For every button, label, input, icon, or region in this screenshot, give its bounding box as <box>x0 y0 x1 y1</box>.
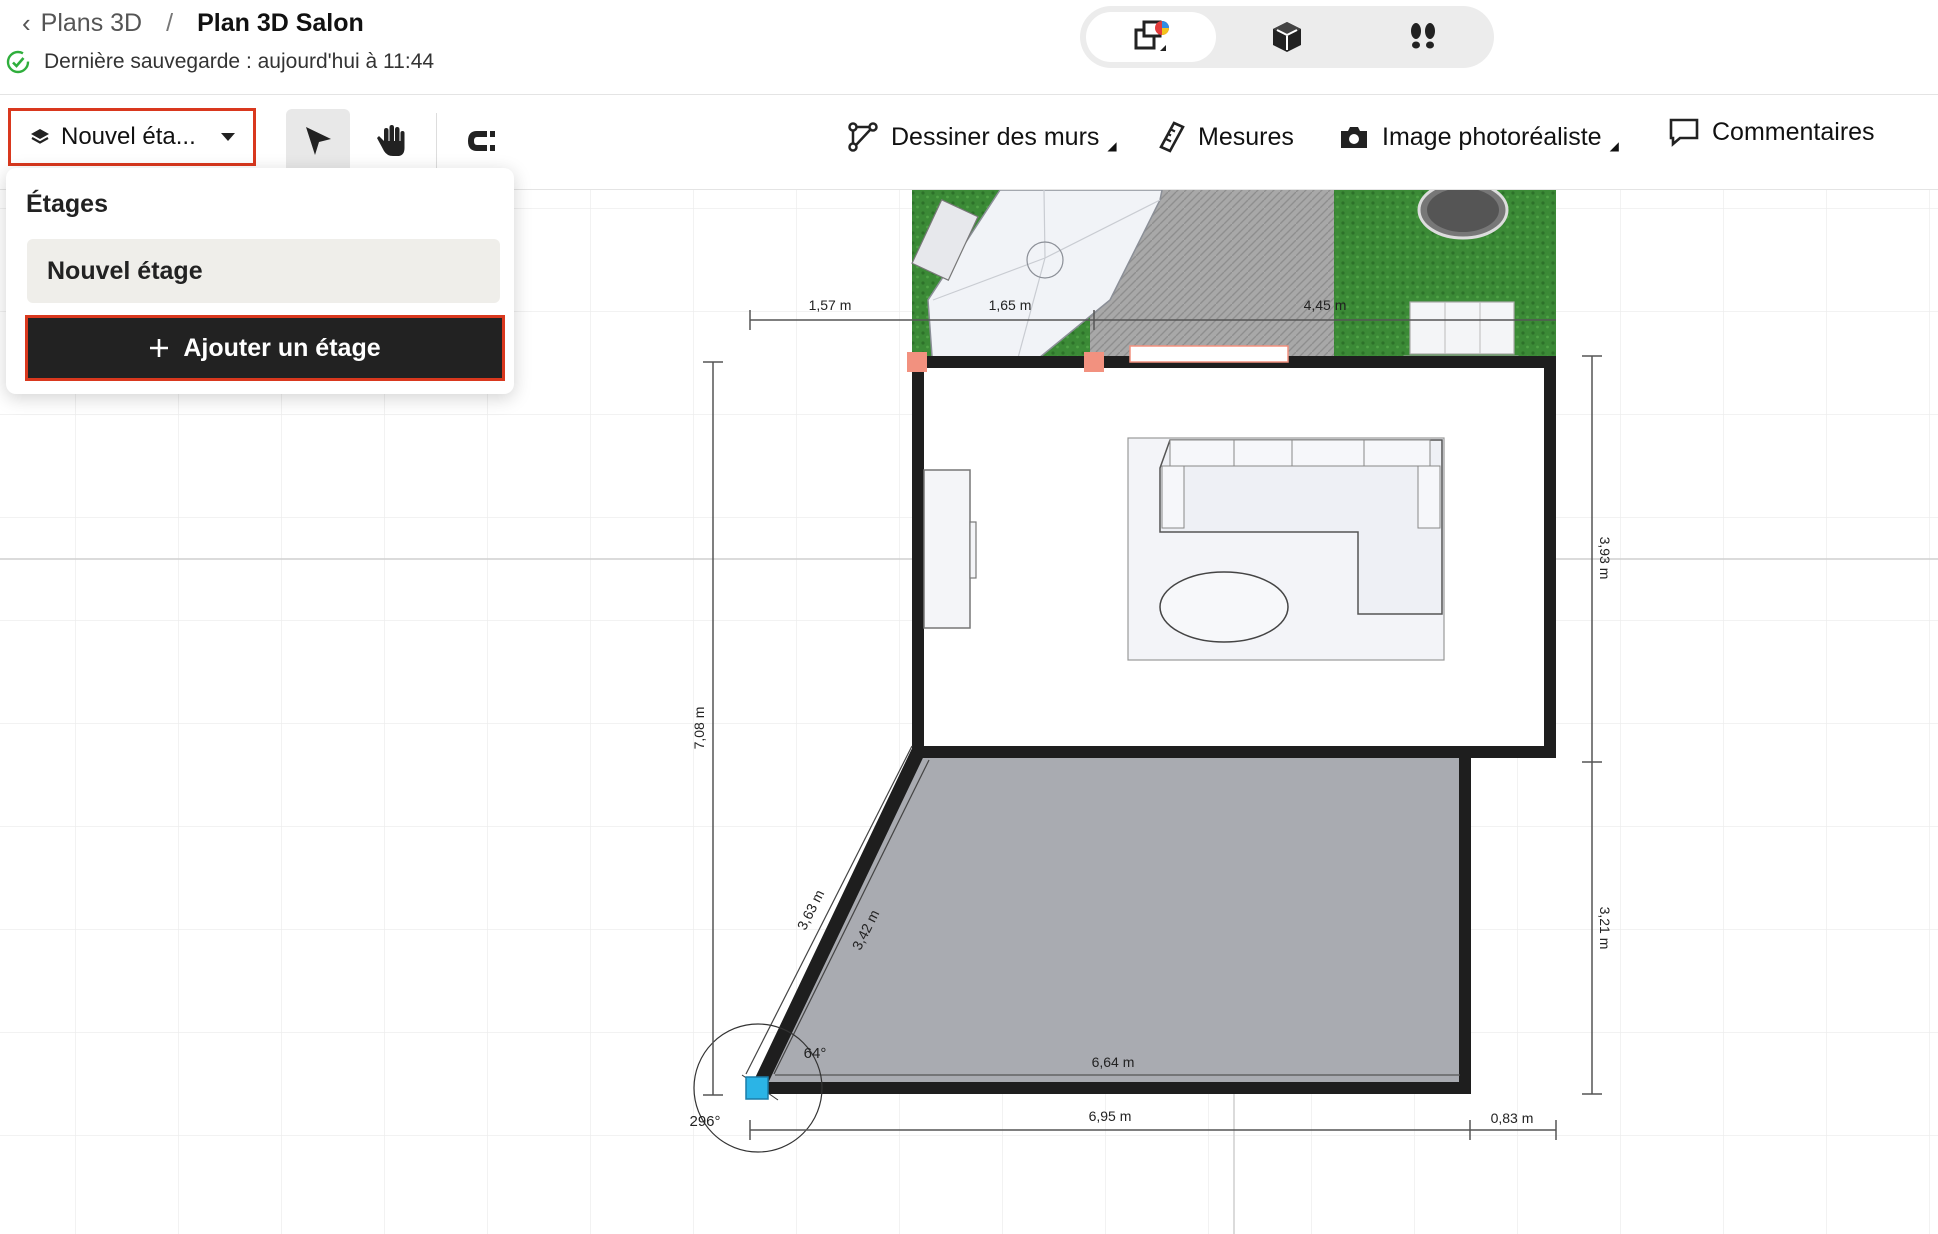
add-floor-label: Ajouter un étage <box>183 333 381 362</box>
view-walk-button[interactable] <box>1358 12 1488 62</box>
top-bar: ‹ Plans 3D / Plan 3D Salon Dernière sauv… <box>0 0 1938 95</box>
measures-button[interactable]: Mesures <box>1158 121 1294 153</box>
page-title[interactable]: Plan 3D Salon <box>197 9 364 38</box>
save-status: Dernière sauvegarde : aujourd'hui à 11:4… <box>6 50 434 74</box>
draw-walls-icon <box>848 122 878 152</box>
save-status-text: Dernière sauvegarde : aujourd'hui à 11:4… <box>44 50 435 73</box>
floor-selector-label: Nouvel éta... <box>61 123 196 150</box>
draw-walls-button[interactable]: Dessiner des murs ◢ <box>847 121 1117 153</box>
comments-button[interactable]: Commentaires <box>1668 117 1875 147</box>
magnet-icon <box>468 131 495 151</box>
comment-icon <box>1669 118 1699 147</box>
layers-icon <box>31 129 49 144</box>
chevron-left-icon[interactable]: ‹ <box>22 8 31 39</box>
hand-pan-icon <box>377 125 405 156</box>
dim-top-1: 1,57 m <box>809 297 852 313</box>
angle-outer: 296° <box>689 1113 720 1130</box>
angle-inner: 64° <box>804 1045 827 1062</box>
3d-cube-icon <box>1273 22 1301 52</box>
dim-bottom-outer: 6,95 m <box>1089 1108 1132 1124</box>
footsteps-icon <box>1411 23 1435 49</box>
dim-top-3: 4,45 m <box>1304 297 1347 313</box>
window[interactable] <box>1129 345 1289 363</box>
floor-selector-button[interactable]: Nouvel éta... <box>8 108 256 166</box>
plus-icon <box>150 339 169 357</box>
snap-tool-button[interactable] <box>450 109 514 173</box>
floor-item[interactable]: Nouvel étage <box>27 239 500 303</box>
wall-endpoint-marker[interactable] <box>1084 352 1104 372</box>
view-3d-button[interactable] <box>1222 12 1352 62</box>
select-arrow-icon <box>306 127 331 155</box>
camera-icon <box>1341 127 1367 148</box>
select-tool-button[interactable] <box>286 109 350 173</box>
dim-bottom-right: 0,83 m <box>1491 1110 1534 1126</box>
tv-cabinet[interactable] <box>923 469 977 629</box>
coffee-table[interactable] <box>1159 571 1289 643</box>
breadcrumb-parent-link[interactable]: Plans 3D <box>41 9 142 38</box>
caret-down-icon <box>220 133 235 141</box>
breadcrumb-separator: / <box>166 9 174 37</box>
measures-label: Mesures <box>1198 122 1294 151</box>
wall-endpoint-marker[interactable] <box>907 352 927 372</box>
2d-plan-icon <box>1134 20 1169 51</box>
ruler-icon <box>1159 121 1185 153</box>
dim-left-total: 7,08 m <box>691 707 707 750</box>
dim-right-lower: 3,21 m <box>1597 907 1613 950</box>
pan-tool-button[interactable] <box>360 109 424 173</box>
photorealistic-image-button[interactable]: Image photoréaliste ◢ <box>1338 121 1619 153</box>
dim-right-upper: 3,93 m <box>1597 537 1613 580</box>
selected-corner-handle[interactable] <box>745 1076 769 1100</box>
add-floor-button[interactable]: Ajouter un étage <box>25 315 505 381</box>
toolbar-divider <box>436 113 437 169</box>
breadcrumb: ‹ Plans 3D / Plan 3D Salon <box>22 8 364 39</box>
comments-label: Commentaires <box>1712 117 1875 146</box>
view-mode-switch <box>1080 6 1494 68</box>
submenu-indicator-icon: ◢ <box>1107 139 1117 153</box>
floors-dropdown: Étages Nouvel étage Ajouter un étage <box>6 168 514 394</box>
draw-walls-label: Dessiner des murs <box>891 122 1100 151</box>
view-2d-button[interactable] <box>1086 12 1216 62</box>
saved-check-icon <box>6 50 30 74</box>
dim-top-2: 1,65 m <box>989 297 1032 313</box>
dim-bottom-inner: 6,64 m <box>1092 1054 1135 1070</box>
floors-heading: Étages <box>26 190 108 218</box>
submenu-indicator-icon: ◢ <box>1609 139 1619 153</box>
photorealistic-image-label: Image photoréaliste <box>1382 122 1602 151</box>
